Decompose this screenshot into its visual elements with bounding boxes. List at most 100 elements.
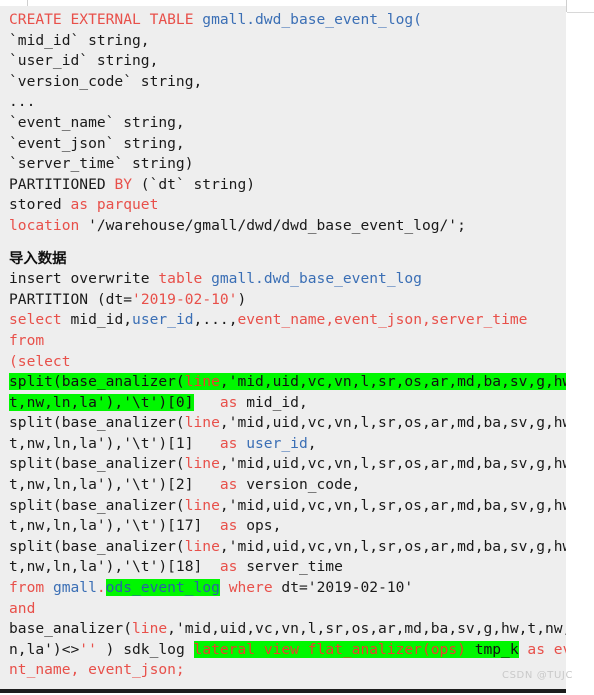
- partition-close: ): [237, 290, 247, 308]
- code-line-5-ellipsis: ...: [9, 93, 36, 111]
- code-line-6: `event_name` string,: [9, 113, 185, 131]
- field-list-1a: ,'mid,uid,vc,vn,l,sr,os,ar,md,ba,sv,g,hw…: [219, 414, 566, 432]
- field-list-3a: ,'mid,uid,vc,vn,l,sr,os,ar,md,ba,sv,g,hw…: [219, 496, 566, 514]
- partitioned-keyword: PARTITIONED: [9, 175, 115, 193]
- insert-overwrite-keyword: insert overwrite: [9, 270, 159, 288]
- as-keyword-2: as: [193, 476, 247, 494]
- col-ellipsis: ,...,: [193, 311, 238, 329]
- split-call-start-4: split(base_analizer(: [9, 537, 185, 555]
- code-line-26: t,nw,ln,la'),'\t')[18] as server_time: [9, 557, 566, 578]
- by-keyword: BY: [114, 175, 141, 193]
- col-mid-id: mid_id,: [70, 311, 133, 329]
- split-call-start-2: split(base_analizer(: [9, 455, 185, 473]
- code-line-8: `server_time` string): [9, 155, 194, 173]
- code-line-1: CREATE EXTERNAL TABLE gmall.dwd_base_eve…: [9, 10, 566, 31]
- where-keyword: where: [219, 579, 282, 597]
- comma-1: ,: [307, 434, 317, 452]
- target-schema: gmall: [211, 270, 256, 288]
- stored-keyword: stored: [9, 196, 71, 214]
- dt-value: '2019-02-10': [307, 579, 414, 597]
- code-line-21: split(base_analizer(line,'mid,uid,vc,vn,…: [9, 454, 566, 475]
- target-table: .dwd_base_event_log: [255, 270, 422, 288]
- split-call-start: split(base_analizer(: [9, 373, 185, 391]
- field-list-2a: ,'mid,uid,vc,vn,l,sr,os,ar,md,ba,sv,g,hw…: [219, 455, 566, 473]
- source-schema: gmall: [52, 579, 97, 597]
- alias-user-id: user_id: [246, 434, 308, 452]
- partition-col: (`dt` string): [140, 175, 256, 193]
- code-line-16-subselect: (select: [9, 352, 71, 370]
- code-line-10: stored as parquet: [9, 195, 566, 216]
- line-arg: line: [184, 373, 220, 391]
- table-name: .dwd_base_event_log(: [246, 11, 422, 28]
- field-list-5b: n,la')<>: [9, 640, 80, 658]
- col-remaining: event_name,event_json,server_time: [237, 311, 528, 329]
- table-keyword: table: [158, 270, 212, 288]
- frame-tick-right: [566, 0, 567, 12]
- code-line-18: t,nw,ln,la'),'\t')[0] as mid_id,: [9, 393, 566, 414]
- as-parquet-keyword: as parquet: [70, 196, 159, 214]
- code-line-13: PARTITION (dt='2019-02-10'): [9, 290, 566, 311]
- code-line-22: t,nw,ln,la'),'\t')[2] as version_code,: [9, 475, 566, 496]
- field-list-part2-index0: t,nw,ln,la'),'\t')[0]: [9, 393, 194, 411]
- code-line-9: PARTITIONED BY (`dt` string): [9, 175, 566, 196]
- empty-string-literal: '': [79, 640, 97, 658]
- base-analizer-call: base_analizer(: [9, 620, 133, 638]
- code-line-25: split(base_analizer(line,'mid,uid,vc,vn,…: [9, 537, 566, 558]
- watermark: CSDN @TUJC: [502, 670, 574, 681]
- split-call-start-1: split(base_analizer(: [9, 414, 185, 432]
- code-line-28-and: and: [9, 599, 36, 617]
- sdk-log-alias: ) sdk_log: [96, 640, 194, 658]
- frame-rule-right: [567, 12, 594, 13]
- partition-keyword: PARTITION: [9, 290, 97, 308]
- alias-version-code: version_code,: [246, 476, 361, 494]
- field-list-part1: ,'mid,uid,vc,vn,l,sr,os,ar,md,ba,sv,g,hw…: [219, 373, 566, 391]
- code-line-20: t,nw,ln,la'),'\t')[1] as user_id,: [9, 434, 566, 455]
- code-line-30: n,la')<>'' ) sdk_log lateral view flat_a…: [9, 640, 566, 661]
- code-line-4: `version_code` string,: [9, 72, 203, 90]
- alias-mid-id: mid_id,: [246, 393, 308, 411]
- field-list-1b-index1: t,nw,ln,la'),'\t')[1]: [9, 434, 194, 452]
- as-keyword-4: as: [202, 558, 247, 576]
- code-line-19: split(base_analizer(line,'mid,uid,vc,vn,…: [9, 413, 566, 434]
- field-list-4b-index18: t,nw,ln,la'),'\t')[18]: [9, 558, 203, 576]
- schema-name: gmall: [202, 11, 247, 28]
- code-line-14: select mid_id,user_id,...,event_name,eve…: [9, 310, 566, 331]
- from-keyword-inner: from: [9, 579, 53, 597]
- field-list-3b-index17: t,nw,ln,la'),'\t')[17]: [9, 517, 203, 535]
- code-line-31: nt_name, event_json;: [9, 661, 185, 679]
- lateral-view-highlight: lateral view flat_analizer(ops): [193, 640, 475, 658]
- col-user-id: user_id: [132, 311, 194, 329]
- code-line-23: split(base_analizer(line,'mid,uid,vc,vn,…: [9, 496, 566, 517]
- line-arg-4: line: [184, 537, 220, 555]
- screenshot-root: CREATE EXTERNAL TABLE gmall.dwd_base_eve…: [0, 0, 594, 695]
- bottom-rule: [0, 689, 566, 693]
- line-arg-3: line: [184, 496, 220, 514]
- alias-ops: ops,: [246, 517, 282, 535]
- code-line-27: from gmall.ods_event_log where dt='2019-…: [9, 578, 566, 599]
- line-arg-2: line: [184, 455, 220, 473]
- code-line-12: insert overwrite table gmall.dwd_base_ev…: [9, 269, 566, 290]
- code-line-17-highlight: split(base_analizer(line,'mid,uid,vc,vn,…: [9, 372, 566, 393]
- line-arg-1: line: [184, 414, 220, 432]
- code-line-29: base_analizer(line,'mid,uid,vc,vn,l,sr,o…: [9, 619, 566, 640]
- dt-predicate: dt=: [281, 579, 308, 597]
- location-keyword: location: [9, 216, 89, 234]
- partition-open: (dt=: [96, 290, 133, 308]
- section-heading-import-data: 导入数据: [9, 250, 67, 267]
- field-list-5a: ,'mid,uid,vc,vn,l,sr,os,ar,md,ba,sv,g,hw…: [167, 620, 566, 638]
- code-block: CREATE EXTERNAL TABLE gmall.dwd_base_eve…: [0, 6, 566, 689]
- alias-server-time: server_time: [246, 558, 343, 576]
- code-line-24: t,nw,ln,la'),'\t')[17] as ops,: [9, 516, 566, 537]
- code-line-2: `mid_id` string,: [9, 31, 150, 49]
- select-keyword: select: [9, 311, 71, 329]
- code-line-7: `event_json` string,: [9, 134, 185, 152]
- partition-date-value: '2019-02-10': [132, 290, 238, 308]
- split-call-start-3: split(base_analizer(: [9, 496, 185, 514]
- code-line-3: `user_id` string,: [9, 52, 159, 70]
- location-path: '/warehouse/gmall/dwd/dwd_base_event_log…: [88, 216, 466, 234]
- source-table-highlight: ods_event_log: [105, 579, 220, 597]
- as-keyword-1: as: [193, 434, 247, 452]
- dot-separator: .: [96, 579, 106, 597]
- as-keyword-0: as: [193, 393, 247, 411]
